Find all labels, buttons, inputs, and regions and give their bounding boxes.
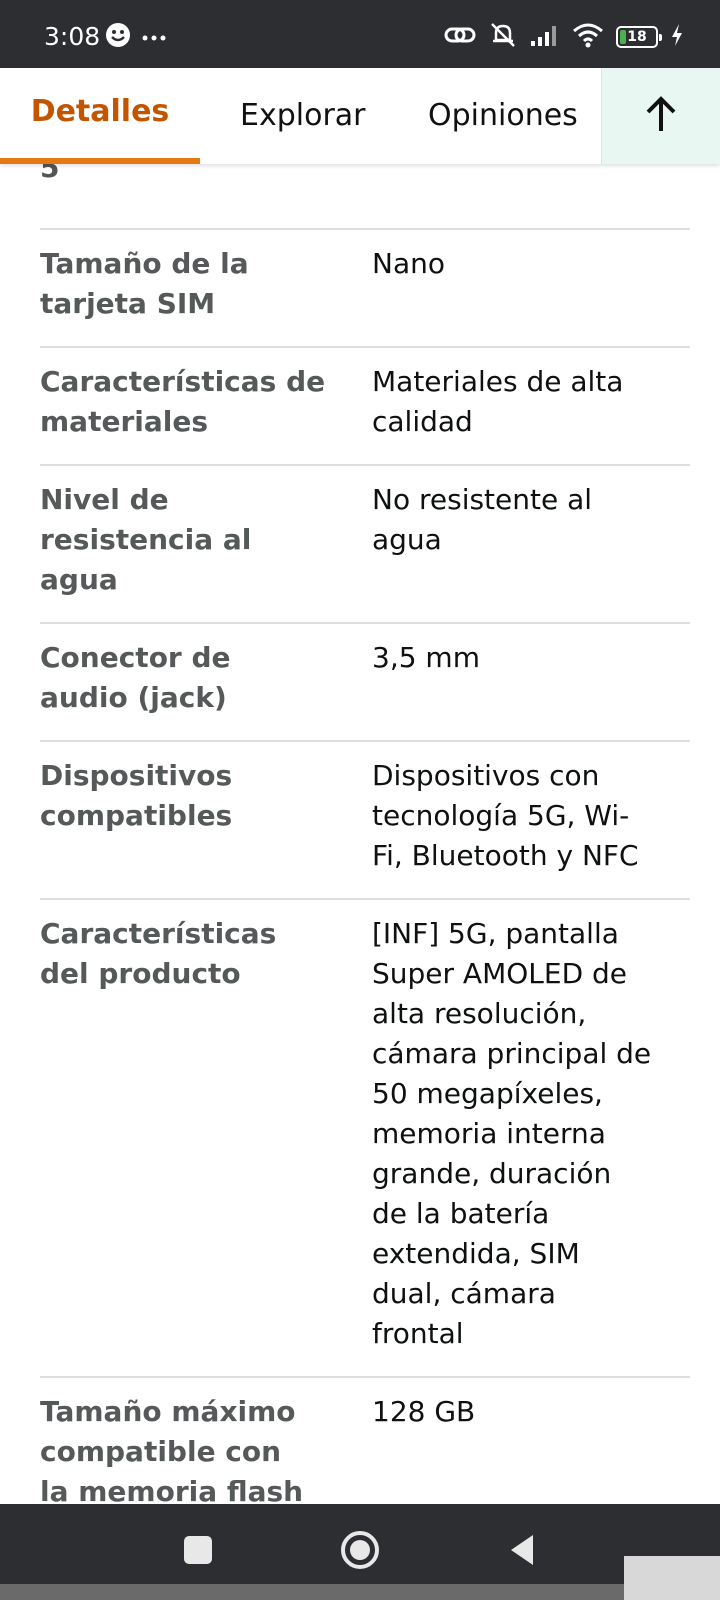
spec-value: Nano: [372, 247, 445, 280]
status-right-icons: 18: [444, 20, 684, 54]
arrow-up-icon: [644, 95, 678, 137]
spec-row-audio-jack: Conector de audio (jack) 3,5 mm: [40, 624, 690, 742]
spec-label: Tamaño máximo compatible con la memoria …: [40, 1395, 304, 1504]
mute-vibrate-icon: [488, 20, 518, 54]
spec-label: Tamaño de la tarjeta SIM: [40, 247, 249, 320]
status-time: 3:08: [44, 22, 101, 51]
spec-label: Nivel de resistencia al agua: [40, 483, 252, 596]
spec-row-water-resistance: Nivel de resistencia al agua No resisten…: [40, 466, 690, 624]
spec-value: [INF] 5G, pantalla Super AMOLED de alta …: [372, 917, 652, 1350]
section-tab-bar: Detalles Explorar Opiniones: [0, 68, 720, 164]
battery-cap: [659, 34, 662, 41]
tab-details-label: Detalles: [30, 94, 170, 129]
nav-corner-overlay: [624, 1556, 720, 1600]
home-circle-icon: [340, 1530, 380, 1574]
spec-label: Características de materiales: [40, 365, 326, 438]
spec-label: Conector de audio (jack): [40, 641, 231, 714]
link-icon: [444, 23, 476, 51]
spec-value: No resistente al agua: [372, 483, 593, 556]
back-button[interactable]: [492, 1522, 552, 1582]
wifi-icon: [572, 22, 604, 52]
spec-value: Dispositivos con tecnología 5G, Wi- Fi, …: [372, 759, 639, 872]
battery-icon: 18: [616, 26, 662, 48]
spec-value: 128 GB: [372, 1395, 476, 1428]
spec-table: Tamaño de la tarjeta SIM Nano Caracterís…: [40, 230, 690, 1504]
spec-row-material-features: Características de materiales Materiales…: [40, 348, 690, 466]
recents-square-icon: [183, 1535, 213, 1569]
gesture-bar: [0, 1584, 720, 1600]
charging-bolt-icon: [670, 23, 684, 51]
spec-label: Características del producto: [40, 917, 277, 990]
spec-row-sim-size: Tamaño de la tarjeta SIM Nano: [40, 230, 690, 348]
status-bar: 3:08 18: [0, 0, 720, 68]
spec-row-compatible-devices: Dispositivos compatibles Dispositivos co…: [40, 742, 690, 900]
status-left-icons: [104, 22, 166, 52]
scroll-to-top-button[interactable]: [601, 68, 720, 164]
home-button[interactable]: [330, 1522, 390, 1582]
more-dots-icon: [142, 28, 166, 47]
active-tab-indicator: [0, 158, 200, 164]
tab-explore[interactable]: Explorar: [240, 68, 366, 164]
system-navigation-bar: [0, 1504, 720, 1600]
spec-row-product-features: Características del producto [INF] 5G, p…: [40, 900, 690, 1378]
recents-button[interactable]: [168, 1522, 228, 1582]
spec-value: Materiales de alta calidad: [372, 365, 624, 438]
face-notification-icon: [104, 21, 132, 53]
battery-level: 18: [627, 29, 647, 45]
partial-spec-value: 5: [40, 164, 60, 184]
tab-reviews[interactable]: Opiniones: [428, 68, 578, 164]
product-details-content: 5 Tamaño de la tarjeta SIM Nano Caracter…: [0, 164, 720, 1504]
tab-details[interactable]: Detalles: [0, 68, 200, 164]
back-triangle-icon: [507, 1533, 537, 1571]
signal-icon: [530, 23, 560, 51]
spec-label: Dispositivos compatibles: [40, 759, 233, 832]
spec-value: 3,5 mm: [372, 641, 480, 674]
spec-row-max-flash-memory: Tamaño máximo compatible con la memoria …: [40, 1378, 690, 1504]
